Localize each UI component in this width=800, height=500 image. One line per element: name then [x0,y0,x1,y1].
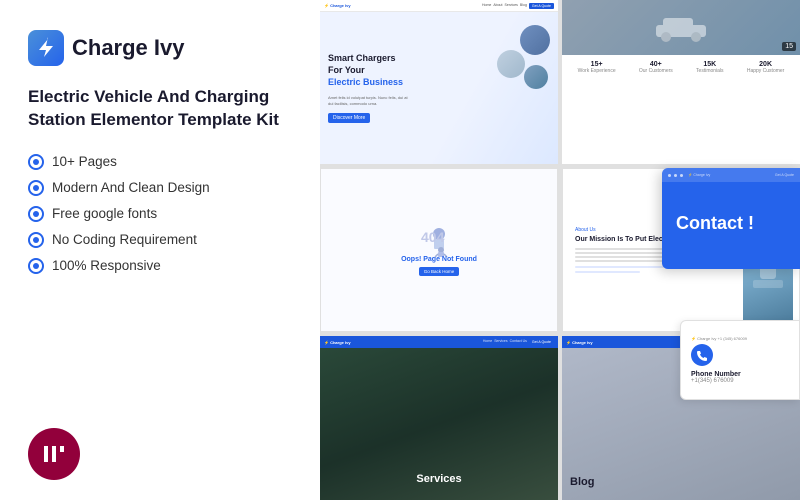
contact-nav-stripe: ⚡ Charge Ivy Get A Quote [662,168,800,182]
stat-label: Work Experience [578,68,616,74]
stats-overlay: 15 [782,42,796,51]
elementor-badge-row [28,418,292,480]
stat-number: 20K [747,61,785,68]
services-nav-logo: ⚡ Charge Ivy [324,340,351,345]
feature-text: 10+ Pages [52,154,117,169]
preview-stats: 15 15+ Work Experience 40+ Our Customers… [562,0,800,164]
list-item: 10+ Pages [28,154,292,170]
services-nav-links: Home Services Contact Us Get A Quote [483,339,554,345]
features-list: 10+ Pages Modern And Clean Design Free g… [28,154,292,274]
nav-dot [674,174,677,177]
nav-dot [680,174,683,177]
left-panel: Charge Ivy Electric Vehicle And Charging… [0,0,320,500]
logo-row: Charge Ivy [28,30,292,66]
stat-item: 15K Testimonials [696,61,724,74]
contact-nav-text: ⚡ Charge Ivy [688,173,710,177]
logo-text: Charge Ivy [72,35,185,61]
phone-icon-circle [691,344,713,366]
nav-logo: ⚡ Charge Ivy [324,3,351,8]
list-item: Free google fonts [28,206,292,222]
preview-hero: ⚡ Charge Ivy Home About Services Blog Ge… [320,0,558,164]
stat-number: 15+ [578,61,616,68]
text-line [575,260,672,262]
logo-icon [28,30,64,66]
feature-text: 100% Responsive [52,258,161,273]
stats-image: 15 [562,0,800,55]
stat-label: Our Customers [639,68,673,74]
svg-text:404: 404 [421,229,445,245]
error-figure: 404 [419,224,459,254]
nav-link: Home [482,3,491,9]
contact-nav-link: Get A Quote [775,173,794,177]
phone-preview: ⚡ Charge Ivy +1 (345) 676009 Phone Numbe… [680,320,800,400]
stat-number: 40+ [639,61,673,68]
main-container: Charge Ivy Electric Vehicle And Charging… [0,0,800,500]
list-item: Modern And Clean Design [28,180,292,196]
phone-number: +1(345) 676009 [691,378,789,384]
feature-text: Modern And Clean Design [52,180,210,195]
phone-label: Phone Number [691,371,789,378]
stat-label: Testimonials [696,68,724,74]
feature-text: No Coding Requirement [52,232,197,247]
error-back-button[interactable]: Go Back Home [419,267,460,276]
blog-title: Blog [570,476,594,488]
preview-404: 404 Oops! Page Not Found Go Back Home [320,168,558,332]
bullet-icon [28,180,44,196]
tagline: Electric Vehicle And Charging Station El… [28,86,292,132]
nav-dot [668,174,671,177]
bullet-icon [28,154,44,170]
stats-row: 15+ Work Experience 40+ Our Customers 15… [562,55,800,78]
feature-text: Free google fonts [52,206,157,221]
list-item: No Coding Requirement [28,232,292,248]
nav-cta[interactable]: Get A Quote [529,339,554,345]
stat-item: 15+ Work Experience [578,61,616,74]
error-message: Oops! Page Not Found [401,256,477,263]
nav-link: Contact Us [510,339,527,345]
nav-link: About [493,3,502,9]
nav-link: Home [483,339,492,345]
elementor-badge [28,428,80,480]
services-title: Services [320,473,558,485]
bullet-icon [28,258,44,274]
blog-nav-logo: ⚡ Charge Ivy [566,340,593,345]
stat-item: 20K Happy Customer [747,61,785,74]
hero-cta-button[interactable]: Discover More [328,113,370,123]
bullet-icon [28,232,44,248]
nav-link: Services [494,339,507,345]
stat-item: 40+ Our Customers [639,61,673,74]
nav-link: Blog [520,3,527,9]
nav-link: Services [504,3,517,9]
stat-label: Happy Customer [747,68,785,74]
list-item: 100% Responsive [28,258,292,274]
nav-cta[interactable]: Get A Quote [529,3,554,9]
mini-nav: ⚡ Charge Ivy Home About Services Blog Ge… [320,0,558,12]
contact-title: Contact ! [676,213,754,235]
nav-links: Home About Services Blog Get A Quote [482,3,554,9]
bullet-icon [28,206,44,222]
stat-number: 15K [696,61,724,68]
contact-preview: ⚡ Charge Ivy Get A Quote Contact ! [662,168,800,269]
phone-nav-text: ⚡ Charge Ivy +1 (345) 676009 [691,336,789,341]
services-nav: ⚡ Charge Ivy Home Services Contact Us Ge… [320,336,558,348]
preview-services: ⚡ Charge Ivy Home Services Contact Us Ge… [320,336,558,500]
